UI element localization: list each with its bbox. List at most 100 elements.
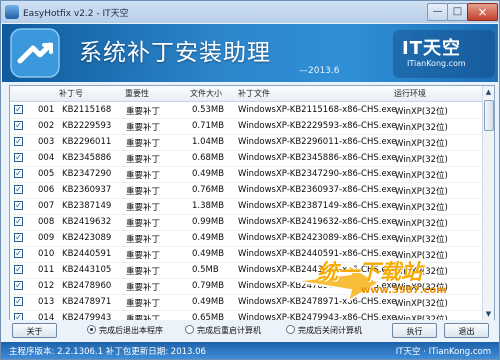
- status-bar: 主程序版本: 2.2.1306.1 补丁包更新日期: 2013.06 IT天空 …: [1, 342, 499, 359]
- row-importance: 重要补丁: [126, 235, 161, 245]
- table-row[interactable]: ✓ 005 KB2347290 重要补丁 0.49MB WindowsXP-KB23472…: [10, 166, 482, 183]
- minimize-button[interactable]: —: [427, 3, 448, 21]
- row-index: 010: [38, 249, 55, 259]
- scroll-up-icon[interactable]: ▲: [483, 86, 494, 98]
- row-importance: 重要补丁: [126, 139, 161, 149]
- row-checkbox[interactable]: ✓: [14, 153, 23, 162]
- row-kb: KB2360937: [62, 185, 112, 195]
- row-env: WinXP(32位): [395, 107, 448, 117]
- window-title: EasyHotfix v2.2 - IT天空: [23, 9, 129, 19]
- row-size: 0.53MB: [192, 105, 225, 115]
- row-file: WindowsXP-KB2423089-x86-CHS.exe: [238, 233, 397, 243]
- row-env: WinXP(32位): [395, 299, 448, 309]
- row-checkbox[interactable]: ✓: [14, 297, 23, 306]
- row-index: 007: [38, 201, 55, 211]
- exit-button[interactable]: 退出: [444, 323, 489, 338]
- about-button[interactable]: 关于: [12, 323, 57, 338]
- table-row[interactable]: ✓ 002 KB2229593 重要补丁 0.71MB WindowsXP-KB22295…: [10, 118, 482, 135]
- row-kb: KB2296011: [62, 137, 112, 147]
- table-row[interactable]: ✓ 003 KB2296011 重要补丁 1.04MB WindowsXP-KB22960…: [10, 134, 482, 151]
- row-index: 003: [38, 137, 55, 147]
- table-header: 补丁号 重要性 文件大小 补丁文件 运行环境: [10, 86, 482, 102]
- scroll-down-icon[interactable]: ▼: [483, 308, 494, 320]
- row-kb: KB2419632: [62, 217, 112, 227]
- row-size: 0.49MB: [192, 169, 225, 179]
- row-env: WinXP(32位): [395, 235, 448, 245]
- table-row[interactable]: ✓ 013 KB2478971 重要补丁 0.49MB WindowsXP-KB24789…: [10, 294, 482, 311]
- table-row[interactable]: ✓ 009 KB2423089 重要补丁 0.49MB WindowsXP-KB24230…: [10, 230, 482, 247]
- row-kb: KB2345886: [62, 153, 112, 163]
- row-checkbox[interactable]: ✓: [14, 105, 23, 114]
- table-row[interactable]: ✓ 001 KB2115168 重要补丁 0.53MB WindowsXP-KB21151…: [10, 102, 482, 119]
- row-checkbox[interactable]: ✓: [14, 249, 23, 258]
- execute-button[interactable]: 执行: [392, 323, 437, 338]
- row-kb: KB2440591: [62, 249, 112, 259]
- row-importance: 重要补丁: [126, 299, 161, 309]
- status-brand: IT天空 · ITianKong.com: [395, 347, 491, 357]
- radio-restart-computer-label: 完成后重启计算机: [197, 326, 261, 335]
- radio-shutdown-computer-icon[interactable]: [286, 325, 295, 334]
- row-index: 008: [38, 217, 55, 227]
- maximize-button[interactable]: □: [447, 3, 468, 21]
- row-checkbox[interactable]: ✓: [14, 201, 23, 210]
- row-file: WindowsXP-KB2115168-x86-CHS.exe: [238, 105, 397, 115]
- row-checkbox[interactable]: ✓: [14, 233, 23, 242]
- title-bar[interactable]: EasyHotfix v2.2 - IT天空 — □ ×: [1, 1, 499, 23]
- banner-logo-icon: [10, 28, 60, 78]
- table-row[interactable]: ✓ 004 KB2345886 重要补丁 0.68MB WindowsXP-KB23458…: [10, 150, 482, 167]
- row-size: 0.68MB: [192, 153, 225, 163]
- row-file: WindowsXP-KB2296011-x86-CHS.exe: [238, 137, 397, 147]
- row-size: 0.49MB: [192, 297, 225, 307]
- table-row[interactable]: ✓ 008 KB2419632 重要补丁 0.99MB WindowsXP-KB24196…: [10, 214, 482, 231]
- row-kb: KB2347290: [62, 169, 112, 179]
- row-index: 012: [38, 281, 55, 291]
- row-checkbox[interactable]: ✓: [14, 169, 23, 178]
- row-size: 1.04MB: [192, 137, 225, 147]
- row-checkbox[interactable]: ✓: [14, 217, 23, 226]
- row-importance: 重要补丁: [126, 123, 161, 133]
- row-file: WindowsXP-KB2345886-x86-CHS.exe: [238, 153, 397, 163]
- row-env: WinXP(32位): [395, 187, 448, 197]
- row-kb: KB2115168: [62, 105, 112, 115]
- row-file: WindowsXP-KB2478971-x86-CHS.exe: [238, 297, 397, 307]
- row-file: WindowsXP-KB2419632-x86-CHS.exe: [238, 217, 397, 227]
- radio-shutdown-computer-label: 完成后关闭计算机: [298, 326, 362, 335]
- banner-date: —2013.6: [299, 66, 340, 76]
- row-size: 0.71MB: [192, 121, 225, 131]
- radio-exit-program-icon[interactable]: [87, 325, 96, 334]
- row-importance: 重要补丁: [126, 219, 161, 229]
- row-size: 0.79MB: [192, 281, 225, 291]
- row-size: 0.99MB: [192, 217, 225, 227]
- row-index: 011: [38, 265, 55, 275]
- radio-exit-program-label: 完成后退出本程序: [99, 326, 163, 335]
- close-button[interactable]: ×: [467, 3, 498, 21]
- row-index: 013: [38, 297, 55, 307]
- row-checkbox[interactable]: ✓: [14, 265, 23, 274]
- row-index: 009: [38, 233, 55, 243]
- row-kb: KB2478960: [62, 281, 112, 291]
- table-row[interactable]: ✓ 006 KB2360937 重要补丁 0.76MB WindowsXP-KB23609…: [10, 182, 482, 199]
- radio-restart-computer-icon[interactable]: [185, 325, 194, 334]
- row-kb: KB2229593: [62, 121, 112, 131]
- row-importance: 重要补丁: [126, 251, 161, 261]
- row-checkbox[interactable]: ✓: [14, 121, 23, 130]
- row-checkbox[interactable]: ✓: [14, 281, 23, 290]
- row-size: 1.38MB: [192, 201, 225, 211]
- row-importance: 重要补丁: [126, 107, 161, 117]
- row-env: WinXP(32位): [395, 139, 448, 149]
- watermark-url: www.3987.com: [361, 285, 447, 296]
- table-scrollbar[interactable]: ▲ ▼: [482, 86, 494, 320]
- scroll-thumb[interactable]: [484, 100, 494, 131]
- row-env: WinXP(32位): [395, 219, 448, 229]
- row-checkbox[interactable]: ✓: [14, 137, 23, 146]
- row-file: WindowsXP-KB2360937-x86-CHS.exe: [238, 185, 397, 195]
- row-file: WindowsXP-KB2387149-x86-CHS.exe: [238, 201, 397, 211]
- row-index: 001: [38, 105, 55, 115]
- row-checkbox[interactable]: ✓: [14, 185, 23, 194]
- app-window: EasyHotfix v2.2 - IT天空 — □ × 系统补丁安装助理 —2…: [0, 0, 500, 360]
- row-env: WinXP(32位): [395, 171, 448, 181]
- row-env: WinXP(32位): [395, 203, 448, 213]
- status-version: 主程序版本: 2.2.1306.1 补丁包更新日期: 2013.06: [9, 347, 206, 357]
- table-row[interactable]: ✓ 007 KB2387149 重要补丁 1.38MB WindowsXP-KB23871…: [10, 198, 482, 215]
- row-importance: 重要补丁: [126, 171, 161, 181]
